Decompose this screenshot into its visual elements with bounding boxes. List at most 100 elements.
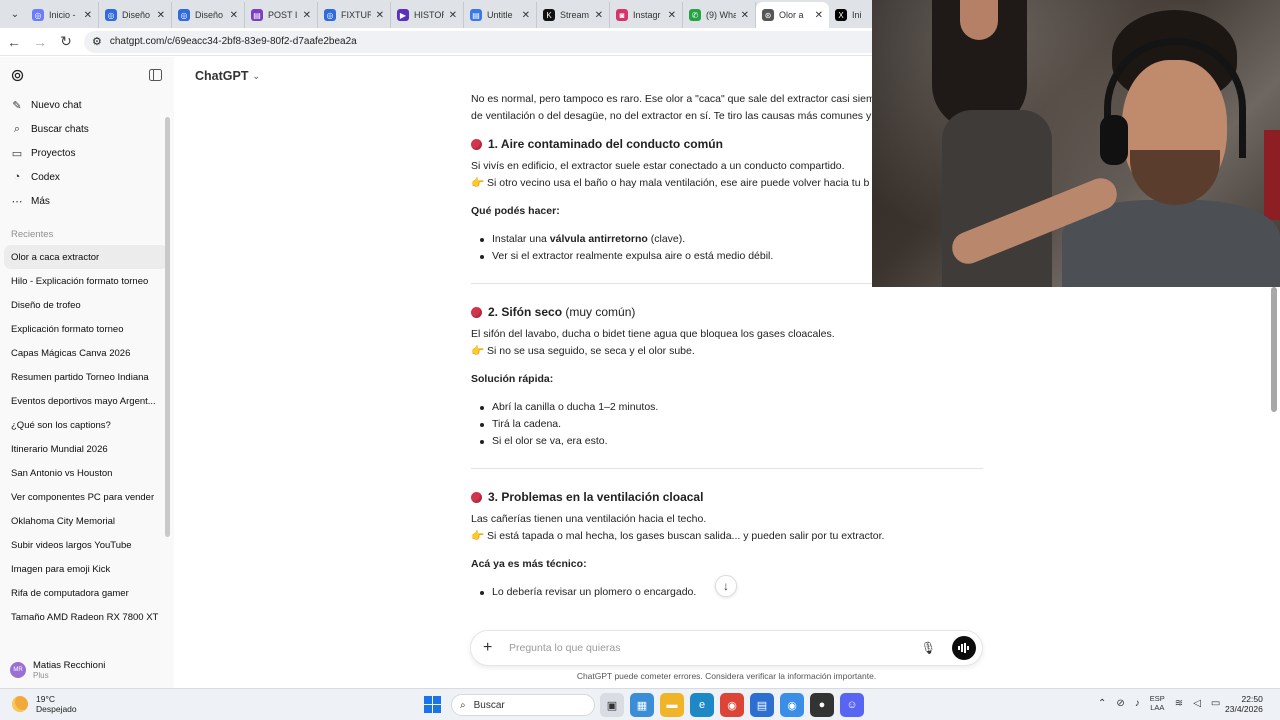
- close-tab-icon[interactable]: ✕: [303, 10, 311, 21]
- sidebar-chat-item[interactable]: Capas Mágicas Canva 2026: [0, 341, 174, 365]
- language-indicator[interactable]: ESP LAA: [1150, 694, 1165, 712]
- tab-favicon-icon: X: [835, 9, 847, 21]
- taskbar-search-label: Buscar: [473, 699, 505, 711]
- taskbar-search[interactable]: ⌕ Buscar: [451, 694, 595, 716]
- tab-favicon-icon: ◙: [616, 9, 628, 21]
- sidebar-nav-icon: ✎: [12, 99, 22, 112]
- plus-icon[interactable]: +: [483, 639, 497, 657]
- sidebar-nav-label: Proyectos: [31, 147, 76, 159]
- weather-widget[interactable]: 19°C Despejado: [12, 694, 77, 714]
- store-icon[interactable]: ▤: [750, 693, 774, 717]
- sidebar-chat-item[interactable]: Olor a caca extractor: [4, 245, 168, 269]
- browser-tab[interactable]: K Stream ✕: [537, 2, 610, 28]
- subheading: Acá ya es más técnico:: [471, 558, 587, 570]
- close-tab-icon[interactable]: ✕: [376, 10, 384, 21]
- user-profile[interactable]: MR Matias Recchioni Plus: [0, 652, 174, 688]
- browser-tab[interactable]: ✆ (9) Wha ✕: [683, 2, 756, 28]
- close-tab-icon[interactable]: ✕: [595, 10, 603, 21]
- wifi-icon[interactable]: ≋: [1175, 698, 1183, 709]
- browser-tab[interactable]: ▤ Untitle ✕: [464, 2, 537, 28]
- sidebar-chat-item[interactable]: Subir videos largos YouTube: [0, 533, 174, 557]
- close-tab-icon[interactable]: ✕: [815, 10, 823, 21]
- sidebar-chat-item[interactable]: Explicación formato torneo: [0, 317, 174, 341]
- main-scrollbar[interactable]: [1271, 287, 1277, 412]
- close-tab-icon[interactable]: ✕: [522, 10, 530, 21]
- toggle-sidebar-icon[interactable]: [149, 69, 162, 81]
- close-tab-icon[interactable]: ✕: [449, 10, 457, 21]
- red-circle-icon: [471, 491, 482, 503]
- sidebar-chat-item[interactable]: Resumen partido Torneo Indiana: [0, 365, 174, 389]
- close-tab-icon[interactable]: ✕: [230, 10, 238, 21]
- scroll-to-bottom-button[interactable]: ↓: [715, 575, 737, 597]
- tab-favicon-icon: ◎: [178, 9, 190, 21]
- reload-icon[interactable]: ↻: [54, 30, 78, 54]
- close-tab-icon[interactable]: ✕: [84, 10, 92, 21]
- chrome-profile-icon[interactable]: ◉: [780, 693, 804, 717]
- chrome-icon[interactable]: ◉: [720, 693, 744, 717]
- close-tab-icon[interactable]: ✕: [668, 10, 676, 21]
- openai-logo-icon[interactable]: [10, 68, 25, 83]
- sidebar-nav-item[interactable]: ✎ Nuevo chat: [0, 93, 174, 117]
- volume-icon[interactable]: ◁: [1193, 698, 1201, 709]
- webcam-red-object: [1264, 130, 1280, 220]
- sidebar-nav-item[interactable]: ⋯ Más: [0, 189, 174, 213]
- chat-composer[interactable]: + Pregunta lo que quieras 🎙: [470, 630, 983, 666]
- widgets-icon[interactable]: ▦: [630, 693, 654, 717]
- sidebar-chat-item[interactable]: Oklahoma City Memorial: [0, 509, 174, 533]
- close-tab-icon[interactable]: ✕: [157, 10, 165, 21]
- microphone-icon[interactable]: 🎙: [921, 641, 936, 655]
- tab-label: HISTOR: [414, 10, 444, 20]
- sidebar-nav-item[interactable]: ◔ Codex: [0, 165, 174, 189]
- browser-tab[interactable]: ▶ HISTOR ✕: [391, 2, 464, 28]
- sidebar-chat-item[interactable]: Rifa de computadora gamer: [0, 581, 174, 605]
- sidebar-chat-item[interactable]: Tamaño AMD Radeon RX 7800 XT: [0, 605, 174, 629]
- clock[interactable]: 22:50 23/4/2026: [1225, 694, 1263, 714]
- tab-favicon-icon: ▤: [251, 9, 263, 21]
- prompt-input[interactable]: Pregunta lo que quieras: [509, 642, 921, 654]
- sidebar-chat-item[interactable]: Eventos deportivos mayo Argent...: [0, 389, 174, 413]
- sidebar-chat-item[interactable]: Imagen para emoji Kick: [0, 557, 174, 581]
- network-icon[interactable]: ⊘: [1116, 698, 1124, 709]
- tab-favicon-icon: ◎: [105, 9, 117, 21]
- microphone-tray-icon[interactable]: ♪: [1135, 698, 1140, 709]
- headphone-cup: [1100, 115, 1128, 165]
- url-text: chatgpt.com/c/69eacc34-2bf8-83e9-80f2-d7…: [109, 36, 357, 47]
- discord-icon[interactable]: ☺: [840, 693, 864, 717]
- task-view-icon[interactable]: ▣: [600, 693, 624, 717]
- browser-tab[interactable]: ◎ Diseño ✕: [99, 2, 172, 28]
- tab-search-icon[interactable]: ⌄: [4, 3, 26, 25]
- browser-tab[interactable]: ◎ Diseño ✕: [172, 2, 245, 28]
- sidebar-chat-item[interactable]: ¿Qué son los captions?: [0, 413, 174, 437]
- sidebar-chat-item[interactable]: Hilo - Explicación formato torneo: [0, 269, 174, 293]
- back-icon[interactable]: ←: [2, 30, 26, 54]
- sidebar-chat-item[interactable]: Ver componentes PC para vender: [0, 485, 174, 509]
- sidebar-scrollbar[interactable]: [165, 117, 170, 537]
- sidebar-chat-item[interactable]: Itinerario Mundial 2026: [0, 437, 174, 461]
- close-tab-icon[interactable]: ✕: [741, 10, 749, 21]
- arrow-down-icon: ↓: [723, 579, 729, 593]
- browser-tab[interactable]: ◎ FIXTUR ✕: [318, 2, 391, 28]
- paragraph-line: El sifón del lavabo, ducha o bidet tiene…: [471, 328, 835, 340]
- browser-tab[interactable]: ◎ Inicio - ✕: [26, 2, 99, 28]
- edge-icon[interactable]: e: [690, 693, 714, 717]
- chevron-up-icon[interactable]: ⌃: [1098, 698, 1106, 709]
- sidebar-nav-item[interactable]: ▭ Proyectos: [0, 141, 174, 165]
- model-selector[interactable]: ChatGPT ⌄: [195, 69, 260, 83]
- browser-tab[interactable]: ◙ Instagr ✕: [610, 2, 683, 28]
- browser-tab[interactable]: ▤ POST II ✕: [245, 2, 318, 28]
- disclaimer-text: ChatGPT puede cometer errores. Considera…: [576, 671, 877, 681]
- voice-mode-button[interactable]: [952, 636, 976, 660]
- sidebar-chat-item[interactable]: Diseño de trofeo: [0, 293, 174, 317]
- forward-icon[interactable]: →: [28, 30, 52, 54]
- battery-icon[interactable]: ▭: [1211, 698, 1220, 709]
- obs-icon[interactable]: ●: [810, 693, 834, 717]
- browser-tab[interactable]: ⊛ Olor a ✕: [756, 2, 829, 28]
- sidebar-nav-item[interactable]: ⌕ Buscar chats: [0, 117, 174, 141]
- file-explorer-icon[interactable]: ▬: [660, 693, 684, 717]
- windows-start-icon[interactable]: [424, 696, 441, 713]
- site-info-icon[interactable]: ⚙: [92, 35, 102, 48]
- tab-label: Stream: [560, 10, 590, 20]
- webcam-person-background-face: [960, 0, 998, 40]
- address-bar[interactable]: ⚙ chatgpt.com/c/69eacc34-2bf8-83e9-80f2-…: [84, 30, 954, 53]
- sidebar-chat-item[interactable]: San Antonio vs Houston: [0, 461, 174, 485]
